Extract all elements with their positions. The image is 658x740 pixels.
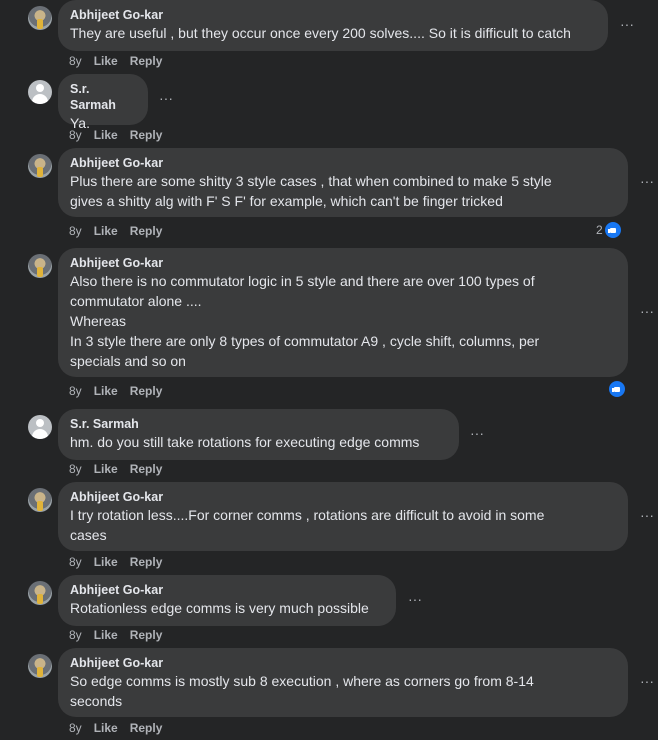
comment-bubble: Abhijeet Go-kar I try rotation less....F…: [58, 482, 628, 551]
like-button[interactable]: Like: [94, 54, 118, 68]
comment-text: Rotationless edge comms is very much pos…: [70, 600, 369, 616]
reaction-count: 2: [596, 223, 603, 237]
reply-button[interactable]: Reply: [130, 555, 163, 569]
comment-author[interactable]: S.r. Sarmah: [70, 416, 447, 432]
avatar[interactable]: [28, 581, 52, 605]
like-button[interactable]: Like: [94, 384, 118, 398]
comment-actions: 8y Like Reply: [69, 224, 174, 238]
like-button[interactable]: Like: [94, 721, 118, 735]
comment-bubble: Abhijeet Go-kar So edge comms is mostly …: [58, 648, 628, 717]
comment-text: Also there is no commutator logic in 5 s…: [70, 273, 540, 369]
comment-author[interactable]: Abhijeet Go-kar: [70, 255, 616, 271]
like-icon: [604, 222, 621, 238]
comment-timestamp[interactable]: 8y: [69, 628, 82, 642]
comment-author[interactable]: Abhijeet Go-kar: [70, 582, 384, 598]
like-button[interactable]: Like: [94, 462, 118, 476]
comment-actions: 8y Like Reply: [69, 721, 174, 735]
like-button[interactable]: Like: [94, 224, 118, 238]
reply-button[interactable]: Reply: [130, 628, 163, 642]
comment-timestamp[interactable]: 8y: [69, 54, 82, 68]
comment-actions: 8y Like Reply: [69, 128, 174, 142]
reaction-summary[interactable]: 2: [596, 221, 621, 239]
avatar[interactable]: [28, 254, 52, 278]
more-options-icon[interactable]: ···: [405, 592, 425, 612]
comment-bubble: Abhijeet Go-kar They are useful , but th…: [58, 0, 608, 51]
comment-bubble: Abhijeet Go-kar Also there is no commuta…: [58, 248, 628, 377]
comment-author[interactable]: S.r. Sarmah: [70, 81, 136, 113]
comment-text: So edge comms is mostly sub 8 execution …: [70, 673, 534, 709]
like-button[interactable]: Like: [94, 628, 118, 642]
comment-author[interactable]: Abhijeet Go-kar: [70, 7, 596, 23]
comment-timestamp[interactable]: 8y: [69, 128, 82, 142]
comment-bubble: S.r. Sarmah Ya.: [58, 74, 148, 131]
more-options-icon[interactable]: ···: [467, 426, 487, 446]
comment-actions: 8y Like Reply: [69, 628, 174, 642]
reply-button[interactable]: Reply: [130, 384, 163, 398]
comment-actions: 8y Like Reply: [69, 555, 174, 569]
more-options-icon[interactable]: ···: [637, 508, 657, 528]
comment-bubble: S.r. Sarmah hm. do you still take rotati…: [58, 409, 459, 460]
more-options-icon[interactable]: ···: [617, 17, 637, 37]
comment-bubble: Abhijeet Go-kar Rotationless edge comms …: [58, 575, 396, 626]
comment-text: They are useful , but they occur once ev…: [70, 25, 571, 41]
comment-actions: 8y Like Reply: [69, 384, 174, 398]
comment-author[interactable]: Abhijeet Go-kar: [70, 655, 616, 671]
reply-button[interactable]: Reply: [130, 224, 163, 238]
comment-actions: 8y Like Reply: [69, 462, 174, 476]
comment-timestamp[interactable]: 8y: [69, 721, 82, 735]
like-button[interactable]: Like: [94, 555, 118, 569]
comment-text: I try rotation less....For corner comms …: [70, 507, 545, 543]
comment-timestamp[interactable]: 8y: [69, 462, 82, 476]
comment-timestamp[interactable]: 8y: [69, 555, 82, 569]
comment-timestamp[interactable]: 8y: [69, 224, 82, 238]
reaction-summary[interactable]: [607, 381, 625, 397]
comment-bubble: Abhijeet Go-kar Plus there are some shit…: [58, 148, 628, 217]
comment-author[interactable]: Abhijeet Go-kar: [70, 489, 616, 505]
reply-button[interactable]: Reply: [130, 128, 163, 142]
reply-button[interactable]: Reply: [130, 462, 163, 476]
avatar[interactable]: [28, 6, 52, 30]
more-options-icon[interactable]: ···: [156, 91, 176, 111]
comment-text: hm. do you still take rotations for exec…: [70, 434, 420, 450]
avatar[interactable]: [28, 488, 52, 512]
comment-author[interactable]: Abhijeet Go-kar: [70, 155, 616, 171]
reply-button[interactable]: Reply: [130, 721, 163, 735]
comment-text: Plus there are some shitty 3 style cases…: [70, 173, 552, 209]
avatar[interactable]: [28, 415, 52, 439]
like-icon: [609, 381, 625, 397]
avatar[interactable]: [28, 80, 52, 104]
avatar[interactable]: [28, 154, 52, 178]
more-options-icon[interactable]: ···: [637, 674, 657, 694]
reply-button[interactable]: Reply: [130, 54, 163, 68]
comment-timestamp[interactable]: 8y: [69, 384, 82, 398]
more-options-icon[interactable]: ···: [637, 174, 657, 194]
more-options-icon[interactable]: ···: [637, 304, 657, 324]
like-button[interactable]: Like: [94, 128, 118, 142]
comment-actions: 8y Like Reply: [69, 54, 174, 68]
avatar[interactable]: [28, 654, 52, 678]
